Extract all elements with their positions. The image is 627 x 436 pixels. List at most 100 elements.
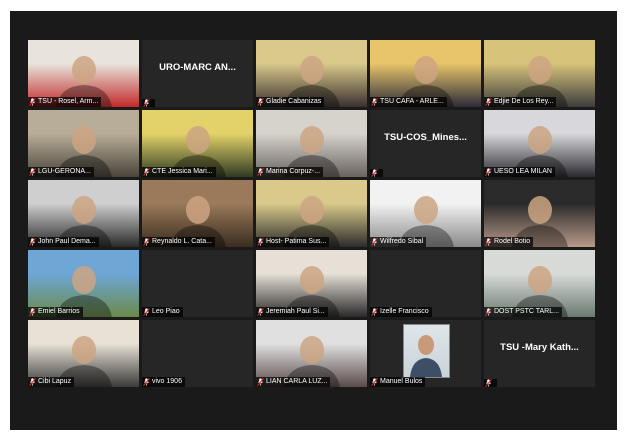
participant-name: Reynaldo L. Cata... bbox=[152, 238, 212, 245]
participant-name: TSU - Rosel, Arm... bbox=[38, 98, 99, 105]
participant-name: Host- Patima Sus... bbox=[266, 238, 327, 245]
participant-name-label: TSU - Rosel, Arm... bbox=[28, 97, 102, 107]
participant-name: LIAN CARLA LUZ... bbox=[266, 378, 328, 385]
participant-name: John Paul Dema... bbox=[38, 238, 96, 245]
participant-tile[interactable]: DOST PSTC TARL... bbox=[484, 250, 595, 317]
participant-name-label bbox=[484, 379, 497, 387]
muted-microphone-icon bbox=[29, 378, 36, 386]
participant-name-label: DOST PSTC TARL... bbox=[484, 307, 562, 317]
muted-microphone-icon bbox=[29, 168, 36, 176]
participant-name-label: vivo 1906 bbox=[142, 377, 185, 387]
participant-name: UESO LEA MILAN bbox=[494, 168, 552, 175]
participant-name-label: Manuel Bulos bbox=[370, 377, 426, 387]
participant-name-label: LIAN CARLA LUZ... bbox=[256, 377, 331, 387]
participant-name: CTE Jessica Mari... bbox=[152, 168, 213, 175]
participant-name: DOST PSTC TARL... bbox=[494, 308, 559, 315]
participant-tile[interactable]: URO-MARC AN... bbox=[142, 40, 253, 107]
participant-name-label: CTE Jessica Mari... bbox=[142, 167, 216, 177]
participant-name: Leo Piao bbox=[152, 308, 180, 315]
participant-tile[interactable]: Manuel Bulos bbox=[370, 320, 481, 387]
participant-tile[interactable]: Cibi Lapuz bbox=[28, 320, 139, 387]
muted-microphone-icon bbox=[143, 308, 150, 316]
participant-name: Wilfredo Sibal bbox=[380, 238, 424, 245]
muted-microphone-icon bbox=[371, 98, 378, 106]
participant-tile[interactable]: Wilfredo Sibal bbox=[370, 180, 481, 247]
participant-name-label: LGU-GERONA... bbox=[28, 167, 94, 177]
muted-microphone-icon bbox=[257, 98, 264, 106]
profile-photo bbox=[403, 324, 450, 378]
muted-microphone-icon bbox=[371, 378, 378, 386]
participant-tile[interactable]: Izelle Francisco bbox=[370, 250, 481, 317]
participant-name-label: Jeremiah Paul Si... bbox=[256, 307, 328, 317]
muted-microphone-icon bbox=[371, 169, 378, 177]
participant-name-label: Host- Patima Sus... bbox=[256, 237, 330, 247]
participant-name-label: Leo Piao bbox=[142, 307, 183, 317]
participant-name: TSU CAFA - ARLE... bbox=[380, 98, 444, 105]
muted-microphone-icon bbox=[143, 168, 150, 176]
participant-name-label: Emiel Barrios bbox=[28, 307, 83, 317]
participant-name: vivo 1906 bbox=[152, 378, 182, 385]
participant-tile[interactable]: TSU-COS_Mines... bbox=[370, 110, 481, 177]
participant-tile[interactable]: Marina Corpuz-... bbox=[256, 110, 367, 177]
participant-name: Jeremiah Paul Si... bbox=[266, 308, 325, 315]
muted-microphone-icon bbox=[143, 99, 150, 107]
participant-tile[interactable]: LGU-GERONA... bbox=[28, 110, 139, 177]
participant-name: Edjie De Los Rey... bbox=[494, 98, 554, 105]
participant-name-label: Rodel Botio bbox=[484, 237, 534, 247]
participant-name-label: John Paul Dema... bbox=[28, 237, 99, 247]
participant-display-name: TSU -Mary Kath... bbox=[500, 342, 579, 353]
participant-tile[interactable]: Emiel Barrios bbox=[28, 250, 139, 317]
participant-display-name: TSU-COS_Mines... bbox=[384, 132, 467, 143]
participant-name: Manuel Bulos bbox=[380, 378, 423, 385]
participant-name-label: Cibi Lapuz bbox=[28, 377, 75, 387]
participant-tile[interactable]: Rodel Botio bbox=[484, 180, 595, 247]
participant-name-label: TSU CAFA - ARLE... bbox=[370, 97, 447, 107]
participant-tile[interactable]: TSU -Mary Kath... bbox=[484, 320, 595, 387]
participant-name: Emiel Barrios bbox=[38, 308, 80, 315]
participant-name-label: Reynaldo L. Cata... bbox=[142, 237, 215, 247]
participant-tile[interactable]: John Paul Dema... bbox=[28, 180, 139, 247]
participant-tile[interactable]: UESO LEA MILAN bbox=[484, 110, 595, 177]
participant-name: Cibi Lapuz bbox=[38, 378, 72, 385]
participant-tile[interactable]: Edjie De Los Rey... bbox=[484, 40, 595, 107]
participant-tile[interactable]: Leo Piao bbox=[142, 250, 253, 317]
muted-microphone-icon bbox=[485, 98, 492, 106]
participant-tile[interactable]: Gladie Cabanizas bbox=[256, 40, 367, 107]
muted-microphone-icon bbox=[257, 168, 264, 176]
muted-microphone-icon bbox=[29, 98, 36, 106]
participant-tile[interactable]: TSU CAFA - ARLE... bbox=[370, 40, 481, 107]
participant-tile[interactable]: LIAN CARLA LUZ... bbox=[256, 320, 367, 387]
participant-tile[interactable]: CTE Jessica Mari... bbox=[142, 110, 253, 177]
muted-microphone-icon bbox=[485, 168, 492, 176]
participant-name: Marina Corpuz-... bbox=[266, 168, 321, 175]
muted-microphone-icon bbox=[29, 238, 36, 246]
participant-name-label bbox=[370, 169, 383, 177]
participant-name-label bbox=[142, 99, 155, 107]
muted-microphone-icon bbox=[143, 238, 150, 246]
muted-microphone-icon bbox=[143, 378, 150, 386]
participant-name-label: Marina Corpuz-... bbox=[256, 167, 324, 177]
participant-tile[interactable]: TSU - Rosel, Arm... bbox=[28, 40, 139, 107]
participant-name: Gladie Cabanizas bbox=[266, 98, 322, 105]
participant-tile[interactable]: Jeremiah Paul Si... bbox=[256, 250, 367, 317]
muted-microphone-icon bbox=[371, 308, 378, 316]
muted-microphone-icon bbox=[29, 308, 36, 316]
participant-name-label: Wilfredo Sibal bbox=[370, 237, 427, 247]
participant-name: Rodel Botio bbox=[494, 238, 531, 245]
participant-tile[interactable]: Reynaldo L. Cata... bbox=[142, 180, 253, 247]
muted-microphone-icon bbox=[485, 379, 492, 387]
participant-display-name: URO-MARC AN... bbox=[159, 62, 236, 73]
muted-microphone-icon bbox=[257, 378, 264, 386]
muted-microphone-icon bbox=[371, 238, 378, 246]
participant-name: LGU-GERONA... bbox=[38, 168, 91, 175]
participant-name-label: Gladie Cabanizas bbox=[256, 97, 325, 107]
participant-name: Izelle Francisco bbox=[380, 308, 429, 315]
muted-microphone-icon bbox=[257, 308, 264, 316]
muted-microphone-icon bbox=[485, 238, 492, 246]
participant-name-label: UESO LEA MILAN bbox=[484, 167, 555, 177]
participant-tile[interactable]: Host- Patima Sus... bbox=[256, 180, 367, 247]
participant-gallery: TSU - Rosel, Arm... URO-MARC AN... Gladie … bbox=[28, 40, 595, 387]
participant-name-label: Izelle Francisco bbox=[370, 307, 432, 317]
participant-tile[interactable]: vivo 1906 bbox=[142, 320, 253, 387]
muted-microphone-icon bbox=[257, 238, 264, 246]
